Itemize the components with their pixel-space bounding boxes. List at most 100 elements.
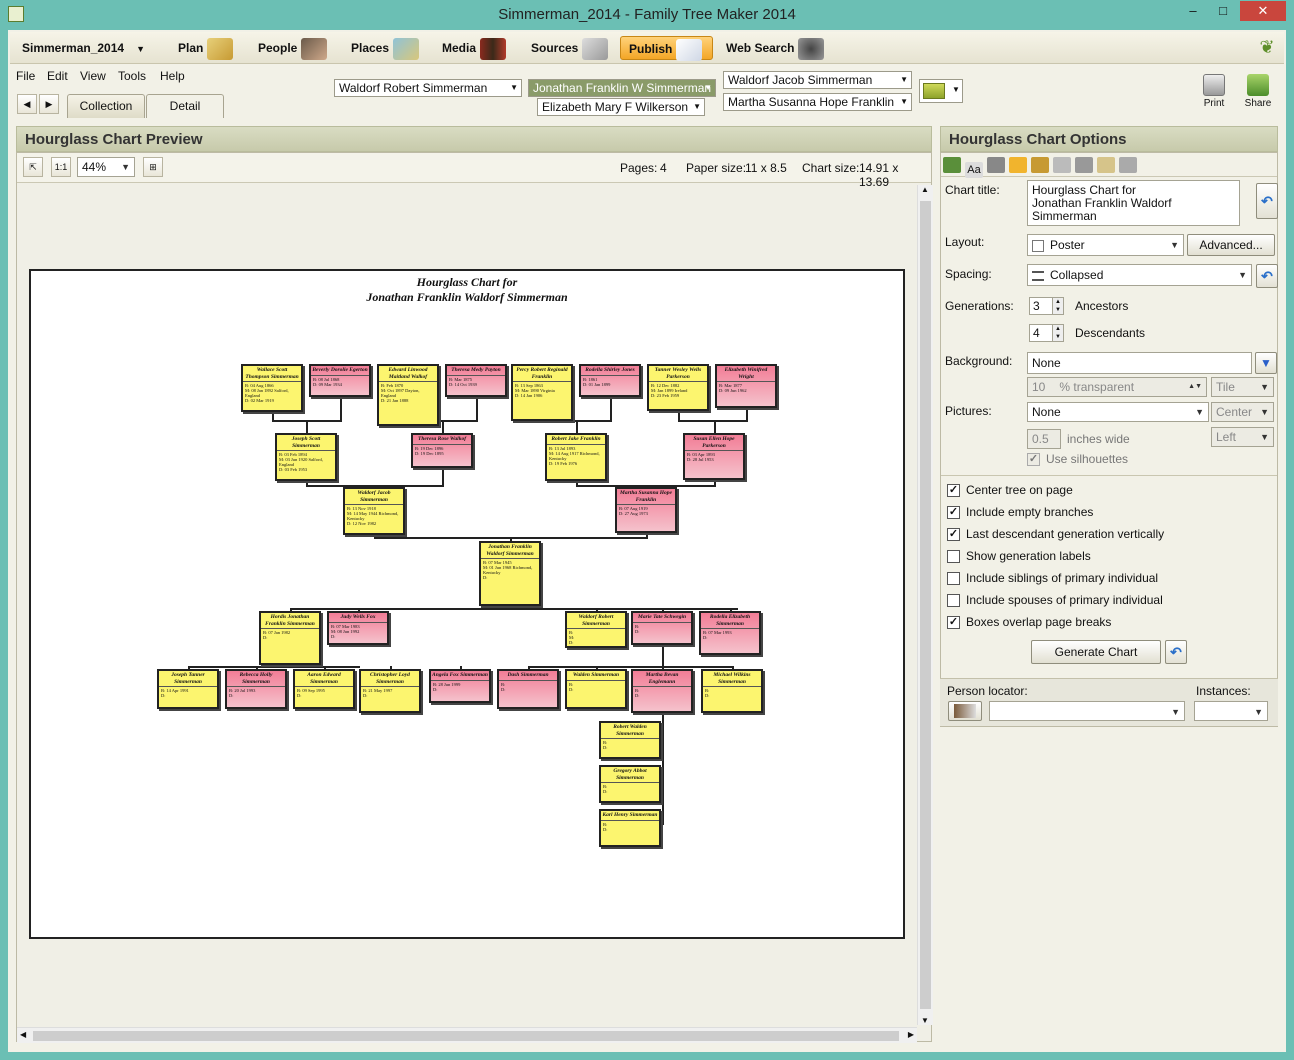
forward-button[interactable]: ▶ xyxy=(39,94,59,114)
print-button[interactable]: Print xyxy=(1200,74,1228,109)
person-box[interactable]: Beverly Dorolie Egerton B: 08 Jul 1868 D: … xyxy=(309,364,371,397)
save-icon[interactable] xyxy=(1097,157,1115,173)
maximize-button[interactable]: □ xyxy=(1208,1,1238,21)
spacing-select[interactable]: Collapsed ▼ xyxy=(1027,264,1252,286)
actual-size-icon[interactable]: 1:1 xyxy=(51,157,71,177)
generate-chart-button[interactable]: Generate Chart xyxy=(1031,640,1161,664)
nav-plan[interactable]: Plan xyxy=(174,36,234,60)
nav-media[interactable]: Media xyxy=(438,36,507,60)
scroll-thumb-h[interactable] xyxy=(33,1031,899,1041)
person-box[interactable]: Rodella Elizabeth Simmerman B: 07 Mar 199… xyxy=(699,611,761,655)
menu-help[interactable]: Help xyxy=(160,69,185,83)
tree-view-icon[interactable]: ⊞ xyxy=(143,157,163,177)
person-box[interactable]: Hordis Jonathan Franklin Simmerman B: 07 … xyxy=(259,611,321,665)
horizontal-scrollbar[interactable]: ◀ ▶ xyxy=(17,1027,917,1043)
person-box[interactable]: Edward Linwood Maitland Walkof B: Feb 187… xyxy=(377,364,439,426)
scroll-thumb[interactable] xyxy=(920,201,931,1009)
spouse-father-selector[interactable]: Waldorf Jacob Simmerman ▼ xyxy=(723,71,912,89)
scroll-down-icon[interactable]: ▼ xyxy=(921,1016,929,1025)
option-checkbox-0[interactable]: ✓ Center tree on page xyxy=(947,483,1073,498)
add-person-icon[interactable] xyxy=(943,157,961,173)
background-select[interactable]: None xyxy=(1027,352,1252,374)
selected-person-selector[interactable]: Jonathan Franklin W Simmerman ▼ xyxy=(528,79,716,97)
person-box[interactable]: Waldorf Robert Simmerman B: M: D: xyxy=(565,611,627,648)
ancestors-input[interactable]: 3 xyxy=(1029,297,1053,315)
family-view-button[interactable]: ▼ xyxy=(919,79,963,103)
locator-person-button[interactable] xyxy=(948,701,982,721)
person-box[interactable]: Marie Tate Schwegin B: D: xyxy=(631,611,693,645)
person-box[interactable]: Angela Fox Simmerman B: 28 Jun 1999 D: xyxy=(429,669,491,703)
option-checkbox-2[interactable]: ✓ Last descendant generation vertically xyxy=(947,527,1164,542)
advanced-button[interactable]: Advanced... xyxy=(1187,234,1275,256)
undo-title-button[interactable]: ↶ xyxy=(1256,183,1278,219)
person-box[interactable]: Martha Bevan Englemann B: D: xyxy=(631,669,693,713)
menu-edit[interactable]: Edit xyxy=(47,69,68,83)
person-box[interactable]: Rebecca Holly Simmerman B: 20 Jul 1993 D: xyxy=(225,669,287,709)
menu-tools[interactable]: Tools xyxy=(118,69,146,83)
chart-title-input[interactable]: Hourglass Chart for Jonathan Franklin Wa… xyxy=(1027,180,1240,226)
scroll-right-icon[interactable]: ▶ xyxy=(908,1030,914,1039)
back-button[interactable]: ◀ xyxy=(17,94,37,114)
minimize-button[interactable]: – xyxy=(1178,1,1208,21)
undo-generate-button[interactable]: ↶ xyxy=(1165,640,1187,664)
option-checkbox-5[interactable]: Include spouses of primary individual xyxy=(947,593,1163,608)
menu-view[interactable]: View xyxy=(80,69,106,83)
share-button[interactable]: Share xyxy=(1243,74,1273,109)
mother-selector[interactable]: Elizabeth Mary F Wilkerson ▼ xyxy=(537,98,705,116)
person-box[interactable]: Martha Susanna Hope Franklin B: 07 Aug 19… xyxy=(615,487,677,533)
items-icon[interactable] xyxy=(987,157,1005,173)
person-box[interactable]: Michael Wilkins Simmerman B: D: xyxy=(701,669,763,713)
close-button[interactable]: ✕ xyxy=(1240,1,1286,21)
vertical-scrollbar[interactable]: ▲ ▼ xyxy=(917,185,933,1025)
fit-icon[interactable]: ⇱ xyxy=(23,157,43,177)
nav-publish[interactable]: Publish xyxy=(620,36,713,61)
option-checkbox-3[interactable]: Show generation labels xyxy=(947,549,1091,564)
person-box[interactable]: Robert Walden Simmerman B: D: xyxy=(599,721,661,759)
person-box[interactable]: Elizabeth Winifred Wright B: Mar 1877 D: 0… xyxy=(715,364,777,408)
person-box[interactable]: Joseph Tanner Simmerman B: 14 Apr 1991 D: xyxy=(157,669,219,709)
menu-file[interactable]: File xyxy=(16,69,35,83)
pictures-select[interactable]: None ▼ xyxy=(1027,402,1209,422)
tab-detail[interactable]: Detail xyxy=(146,94,224,118)
layout-select[interactable]: Poster ▼ xyxy=(1027,234,1184,256)
box-icon[interactable] xyxy=(1009,157,1027,173)
person-box[interactable]: Jonathan Franklin Waldorf Simmerman B: 07… xyxy=(479,541,541,606)
nav-people[interactable]: People xyxy=(254,36,328,60)
person-box[interactable]: Percy Robert Reginald Franklin B: 13 Sep … xyxy=(511,364,573,421)
background-dropdown-button[interactable]: ▼ xyxy=(1255,352,1277,374)
descendants-input[interactable]: 4 xyxy=(1029,324,1053,342)
person-box[interactable]: Karl Henry Simmerman B: D: xyxy=(599,809,661,847)
option-checkbox-1[interactable]: ✓ Include empty branches xyxy=(947,505,1093,520)
person-box[interactable]: Rodella Shirley Jones B: 1861 D: 01 Jan 18… xyxy=(579,364,641,397)
person-box[interactable]: Joseph Scott Simmerman B: 03 Feb 1894 M: 0… xyxy=(275,433,337,481)
person-box[interactable]: Christopher Loyd Simmerman B: 21 May 1997… xyxy=(359,669,421,713)
person-box[interactable]: Walden Simmerman B: D: xyxy=(565,669,627,709)
person-box[interactable]: Tanner Wesley Wells Parkerson B: 12 Dec 1… xyxy=(647,364,709,411)
person-box[interactable]: Theresa Medy Payton B: Mar 1875 D: 14 Oct … xyxy=(445,364,507,397)
person-box[interactable]: Gregory Abbot Simmerman B: D: xyxy=(599,765,661,803)
background-icon[interactable] xyxy=(1031,157,1049,173)
father-selector[interactable]: Waldorf Robert Simmerman ▼ xyxy=(334,79,522,97)
person-box[interactable]: Dash Simmerman B: D: xyxy=(497,669,559,709)
option-checkbox-6[interactable]: ✓ Boxes overlap page breaks xyxy=(947,615,1111,630)
person-locator-select[interactable]: ▼ xyxy=(989,701,1185,721)
person-box[interactable]: Waldorf Jacob Simmerman B: 13 Nov 1918 M: … xyxy=(343,487,405,535)
ancestors-spinner[interactable]: ▲ ▼ xyxy=(1052,297,1064,315)
scroll-left-icon[interactable]: ◀ xyxy=(20,1030,26,1039)
person-box[interactable]: Aaron Edward Simmerman B: 09 Sep 1995 D: xyxy=(293,669,355,709)
zoom-select[interactable]: 44% ▼ xyxy=(77,157,135,177)
person-box[interactable]: Robert Jake Franklin B: 13 Jul 1893 M: 14 … xyxy=(545,433,607,481)
ancestry-leaf-icon[interactable]: ❦ xyxy=(1256,37,1278,59)
person-box[interactable]: Wallace Scott Thompson Simmerman B: 04 Au… xyxy=(241,364,303,412)
photo-icon[interactable] xyxy=(1053,157,1071,173)
spouse-mother-selector[interactable]: Martha Susanna Hope Franklin ▼ xyxy=(723,93,912,111)
nav-sources[interactable]: Sources xyxy=(527,36,609,60)
scroll-up-icon[interactable]: ▲ xyxy=(921,185,929,194)
font-icon[interactable]: Aa xyxy=(965,162,983,178)
person-box[interactable]: Judy Wells Fox B: 07 Mar 1983 M: 08 Jun 19… xyxy=(327,611,389,645)
share-template-icon[interactable] xyxy=(1119,157,1137,173)
file-selector[interactable]: Simmerman_2014 ▼ xyxy=(22,41,145,55)
tab-collection[interactable]: Collection xyxy=(67,94,145,118)
person-box[interactable]: Theresa Rose Walkof B: 19 Dec 1896 D: 19 D… xyxy=(411,433,473,468)
option-checkbox-4[interactable]: Include siblings of primary individual xyxy=(947,571,1158,586)
